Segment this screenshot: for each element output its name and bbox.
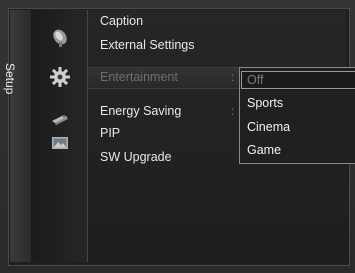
dropdown-option-game[interactable]: Game [240,140,355,160]
satellite-dish-icon[interactable] [49,27,71,49]
entertainment-separator: : [231,70,235,84]
menu-item-caption[interactable]: Caption [100,14,143,28]
entertainment-dropdown[interactable]: Off Sports Cinema Game [239,67,355,164]
dropdown-option-sports[interactable]: Sports [240,93,355,113]
remote-control-icon[interactable] [49,108,71,130]
menu-item-sw-upgrade[interactable]: SW Upgrade [100,150,172,164]
setup-side-tab[interactable]: Setup [3,10,32,262]
picture-icon[interactable] [49,132,71,154]
energy-saving-separator: : [231,104,235,118]
menu-item-energy-saving[interactable]: Energy Saving [100,104,181,118]
menu-item-external-settings[interactable]: External Settings [100,38,195,52]
menu-item-entertainment[interactable]: Entertainment [100,70,178,84]
setup-tab-label: Setup [3,63,17,95]
gear-icon[interactable] [49,66,71,88]
menu-item-pip[interactable]: PIP [100,126,120,140]
dropdown-option-cinema[interactable]: Cinema [240,117,355,137]
dropdown-option-off[interactable]: Off [240,70,355,90]
icon-column [31,10,88,262]
